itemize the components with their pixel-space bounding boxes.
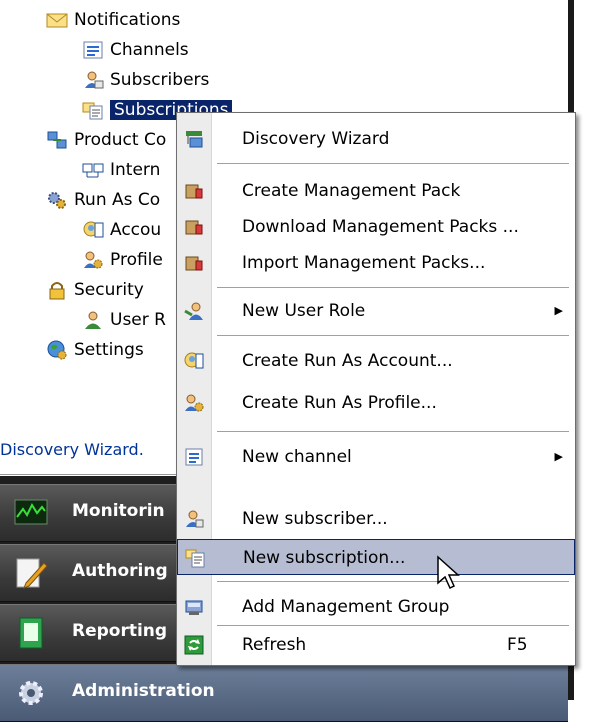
tree-item-run-as-configuration[interactable]: Run As Co — [46, 186, 160, 214]
menu-item-new-channel[interactable]: New channel ▶ — [177, 439, 575, 475]
menu-item-new-user-role[interactable]: New User Role ▶ — [177, 293, 575, 329]
menu-item-add-management-group[interactable]: Add Management Group — [177, 589, 575, 625]
run-as-account-icon — [184, 351, 204, 371]
subscription-icon — [185, 548, 205, 568]
wunderbar-administration[interactable]: Administration — [0, 664, 568, 722]
menu-item-new-subscriber[interactable]: New subscriber... — [177, 501, 575, 537]
context-menu: Discovery Wizard Create Management Pack … — [176, 112, 576, 666]
tree-item-settings[interactable]: Settings — [46, 336, 144, 364]
run-as-profile-icon — [184, 393, 204, 413]
mouse-cursor-icon — [436, 555, 462, 591]
subscriber-icon — [82, 70, 104, 90]
menu-separator — [217, 431, 569, 432]
tree-item-accounts[interactable]: Accou — [82, 216, 161, 244]
profile-icon — [82, 250, 104, 270]
menu-item-create-run-as-profile[interactable]: Create Run As Profile... — [177, 385, 575, 421]
account-icon — [82, 220, 104, 240]
subscription-icon — [82, 100, 104, 120]
monitoring-icon — [14, 497, 48, 529]
menu-item-refresh[interactable]: Refresh F5 — [177, 627, 575, 663]
authoring-icon — [14, 557, 48, 589]
menu-separator — [217, 287, 569, 288]
status-link[interactable]: Discovery Wizard. — [0, 440, 144, 459]
lock-icon — [46, 280, 68, 300]
reporting-icon — [14, 617, 48, 649]
menu-separator — [217, 335, 569, 336]
menu-item-discovery-wizard[interactable]: Discovery Wizard — [177, 121, 575, 157]
user-role-icon — [82, 310, 104, 330]
gears-icon — [46, 190, 68, 210]
menu-separator — [217, 581, 569, 582]
internal-connector-icon — [82, 160, 104, 180]
menu-separator — [217, 625, 569, 626]
tree-item-profiles[interactable]: Profile — [82, 246, 163, 274]
connector-icon — [46, 130, 68, 150]
subscriber-icon — [184, 509, 204, 529]
channel-icon — [82, 40, 104, 60]
discovery-wizard-icon — [184, 129, 204, 149]
menu-item-create-management-pack[interactable]: Create Management Pack — [177, 173, 575, 209]
settings-globe-icon — [46, 340, 68, 360]
tree-item-security[interactable]: Security — [46, 276, 144, 304]
management-pack-icon — [184, 181, 204, 201]
channel-icon — [184, 447, 204, 467]
menu-item-download-management-packs[interactable]: Download Management Packs ... — [177, 209, 575, 245]
menu-item-new-subscription[interactable]: New subscription... — [177, 539, 575, 575]
menu-separator — [217, 163, 569, 164]
tree-item-internal-connectors[interactable]: Intern — [82, 156, 160, 184]
import-pack-icon — [184, 253, 204, 273]
user-role-icon — [184, 301, 204, 321]
management-group-icon — [184, 597, 204, 617]
submenu-arrow-icon: ▶ — [554, 450, 563, 463]
administration-icon — [14, 677, 48, 709]
tree-item-user-roles[interactable]: User R — [82, 306, 166, 334]
tree-item-channels[interactable]: Channels — [82, 36, 189, 64]
menu-item-import-management-packs[interactable]: Import Management Packs... — [177, 245, 575, 281]
envelope-icon — [46, 10, 68, 30]
menu-item-create-run-as-account[interactable]: Create Run As Account... — [177, 343, 575, 379]
tree-item-subscribers[interactable]: Subscribers — [82, 66, 209, 94]
tree-item-notifications[interactable]: Notifications — [46, 6, 180, 34]
download-pack-icon — [184, 217, 204, 237]
tree-item-product-connectors[interactable]: Product Co — [46, 126, 166, 154]
submenu-arrow-icon: ▶ — [554, 304, 563, 317]
refresh-icon — [184, 635, 204, 655]
